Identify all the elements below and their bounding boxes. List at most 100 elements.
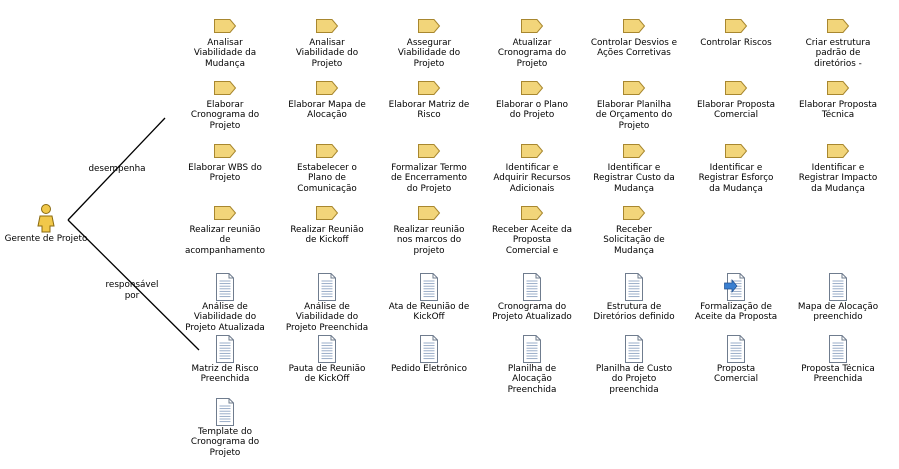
node-label: Analisar Viabilidade da Mudança <box>193 38 257 69</box>
node-label: Realizar reunião nos marcos do projeto <box>393 225 465 256</box>
task-node[interactable]: Receber Solicitação de Mudança <box>586 201 682 256</box>
task-node[interactable]: Controlar Riscos <box>688 14 784 48</box>
artifact-node[interactable]: Proposta Técnica Preenchida <box>790 334 886 385</box>
task-node[interactable]: Realizar reunião de acompanhamento <box>177 201 273 256</box>
task-icon <box>521 144 544 158</box>
node-label: Identificar e Registrar Impacto da Mudan… <box>798 163 878 194</box>
task-node[interactable]: Elaborar Matriz de Risco <box>381 76 477 121</box>
node-label: Proposta Técnica Preenchida <box>801 364 875 385</box>
relation-label-responsavel: responsável por <box>105 280 159 301</box>
node-label: Pedido Eletrônico <box>390 364 468 374</box>
document-icon <box>523 273 541 301</box>
node-label: Realizar reunião de acompanhamento <box>184 225 266 256</box>
task-node[interactable]: Receber Aceite da Proposta Comercial e <box>484 201 580 256</box>
artifact-node[interactable]: Proposta Comercial <box>688 334 784 385</box>
node-label: Criar estrutura padrão de diretórios - <box>805 38 871 69</box>
node-label: Estabelecer o Plano de Comunicação <box>297 163 357 194</box>
task-node[interactable]: Elaborar Mapa de Alocação <box>279 76 375 121</box>
artifact-node[interactable]: Pauta de Reunião de KickOff <box>279 334 375 385</box>
node-label: Elaborar Proposta Técnica <box>798 100 878 121</box>
node-label: Identificar e Registrar Custo da Mudança <box>593 163 675 194</box>
task-icon <box>623 81 646 95</box>
task-node[interactable]: Identificar e Registrar Esforço da Mudan… <box>688 139 784 194</box>
task-node[interactable]: Criar estrutura padrão de diretórios - <box>790 14 886 69</box>
artifact-node[interactable]: Estrutura de Diretórios definido <box>586 272 682 323</box>
artifact-node[interactable]: Mapa de Alocação preenchido <box>790 272 886 323</box>
node-label: Realizar Reunião de Kickoff <box>290 225 364 246</box>
artifact-node[interactable]: Matriz de Risco Preenchida <box>177 334 273 385</box>
role-diagram: Gerente de Projeto desempenha responsáve… <box>0 0 899 469</box>
task-icon <box>827 81 850 95</box>
document-icon <box>216 273 234 301</box>
task-icon <box>725 81 748 95</box>
task-icon <box>418 144 441 158</box>
task-node[interactable]: Assegurar Viabilidade do Projeto <box>381 14 477 69</box>
person-icon <box>37 204 55 233</box>
task-icon <box>418 206 441 220</box>
document-icon <box>727 335 745 363</box>
task-icon <box>725 144 748 158</box>
task-node[interactable]: Elaborar Proposta Técnica <box>790 76 886 121</box>
task-node[interactable]: Realizar Reunião de Kickoff <box>279 201 375 246</box>
node-label: Elaborar WBS do Projeto <box>188 163 262 184</box>
node-label: Matriz de Risco Preenchida <box>191 364 259 385</box>
artifact-node[interactable]: Análise de Viabilidade do Projeto Preenc… <box>279 272 375 333</box>
artifact-node[interactable]: Formalização de Aceite da Proposta <box>688 272 784 323</box>
task-icon <box>418 19 441 33</box>
document-icon <box>829 273 847 301</box>
task-node[interactable]: Formalizar Termo de Encerramento do Proj… <box>381 139 477 194</box>
artifact-node[interactable]: Análise de Viabilidade do Projeto Atuali… <box>177 272 273 333</box>
node-label: Formalizar Termo de Encerramento do Proj… <box>390 163 468 194</box>
task-node[interactable]: Elaborar o Plano do Projeto <box>484 76 580 121</box>
task-node[interactable]: Identificar e Registrar Impacto da Mudan… <box>790 139 886 194</box>
artifact-node[interactable]: Ata de Reunião de KickOff <box>381 272 477 323</box>
task-node[interactable]: Identificar e Adquirir Recursos Adiciona… <box>484 139 580 194</box>
task-node[interactable]: Atualizar Cronograma do Projeto <box>484 14 580 69</box>
task-node[interactable]: Analisar Viabilidade do Projeto <box>279 14 375 69</box>
node-label: Controlar Riscos <box>700 38 772 48</box>
node-label: Análise de Viabilidade do Projeto Preenc… <box>285 302 369 333</box>
node-label: Planilha de Alocação Preenchida <box>507 364 557 395</box>
document-icon <box>216 398 234 426</box>
node-label: Elaborar Mapa de Alocação <box>288 100 366 121</box>
task-icon <box>725 19 748 33</box>
node-label: Pauta de Reunião de KickOff <box>288 364 366 385</box>
artifact-node[interactable]: Template do Cronograma do Projeto <box>177 397 273 458</box>
node-label: Elaborar Proposta Comercial <box>696 100 776 121</box>
node-label: Controlar Desvios e Ações Corretivas <box>590 38 678 59</box>
artifact-node[interactable]: Cronograma do Projeto Atualizado <box>484 272 580 323</box>
node-label: Elaborar Matriz de Risco <box>388 100 470 121</box>
artifact-node[interactable]: Planilha de Custo do Projeto preenchida <box>586 334 682 395</box>
node-label: Ata de Reunião de KickOff <box>388 302 470 323</box>
task-node[interactable]: Elaborar Cronograma do Projeto <box>177 76 273 131</box>
node-label: Mapa de Alocação preenchido <box>797 302 879 323</box>
task-node[interactable]: Controlar Desvios e Ações Corretivas <box>586 14 682 59</box>
document-icon <box>318 335 336 363</box>
actor-gerente-de-projeto[interactable]: Gerente de Projeto <box>0 203 92 244</box>
document-icon <box>420 273 438 301</box>
task-node[interactable]: Elaborar Proposta Comercial <box>688 76 784 121</box>
task-node[interactable]: Identificar e Registrar Custo da Mudança <box>586 139 682 194</box>
document-arrow-icon <box>724 273 745 301</box>
task-icon <box>418 81 441 95</box>
task-node[interactable]: Elaborar WBS do Projeto <box>177 139 273 184</box>
task-node[interactable]: Elaborar Planilha de Orçamento do Projet… <box>586 76 682 131</box>
relation-label-desempenha: desempenha <box>88 164 146 174</box>
node-label: Identificar e Registrar Esforço da Mudan… <box>698 163 774 194</box>
node-label: Análise de Viabilidade do Projeto Atuali… <box>185 302 265 333</box>
task-icon <box>827 19 850 33</box>
node-label: Elaborar Planilha de Orçamento do Projet… <box>595 100 673 131</box>
task-icon <box>521 19 544 33</box>
task-node[interactable]: Realizar reunião nos marcos do projeto <box>381 201 477 256</box>
task-node[interactable]: Analisar Viabilidade da Mudança <box>177 14 273 69</box>
node-label: Elaborar o Plano do Projeto <box>495 100 569 121</box>
task-node[interactable]: Estabelecer o Plano de Comunicação <box>279 139 375 194</box>
document-icon <box>625 273 643 301</box>
artifact-node[interactable]: Planilha de Alocação Preenchida <box>484 334 580 395</box>
task-icon <box>521 81 544 95</box>
task-icon <box>623 206 646 220</box>
artifact-node[interactable]: Pedido Eletrônico <box>381 334 477 374</box>
node-label: Atualizar Cronograma do Projeto <box>497 38 567 69</box>
document-icon <box>420 335 438 363</box>
task-icon <box>623 144 646 158</box>
